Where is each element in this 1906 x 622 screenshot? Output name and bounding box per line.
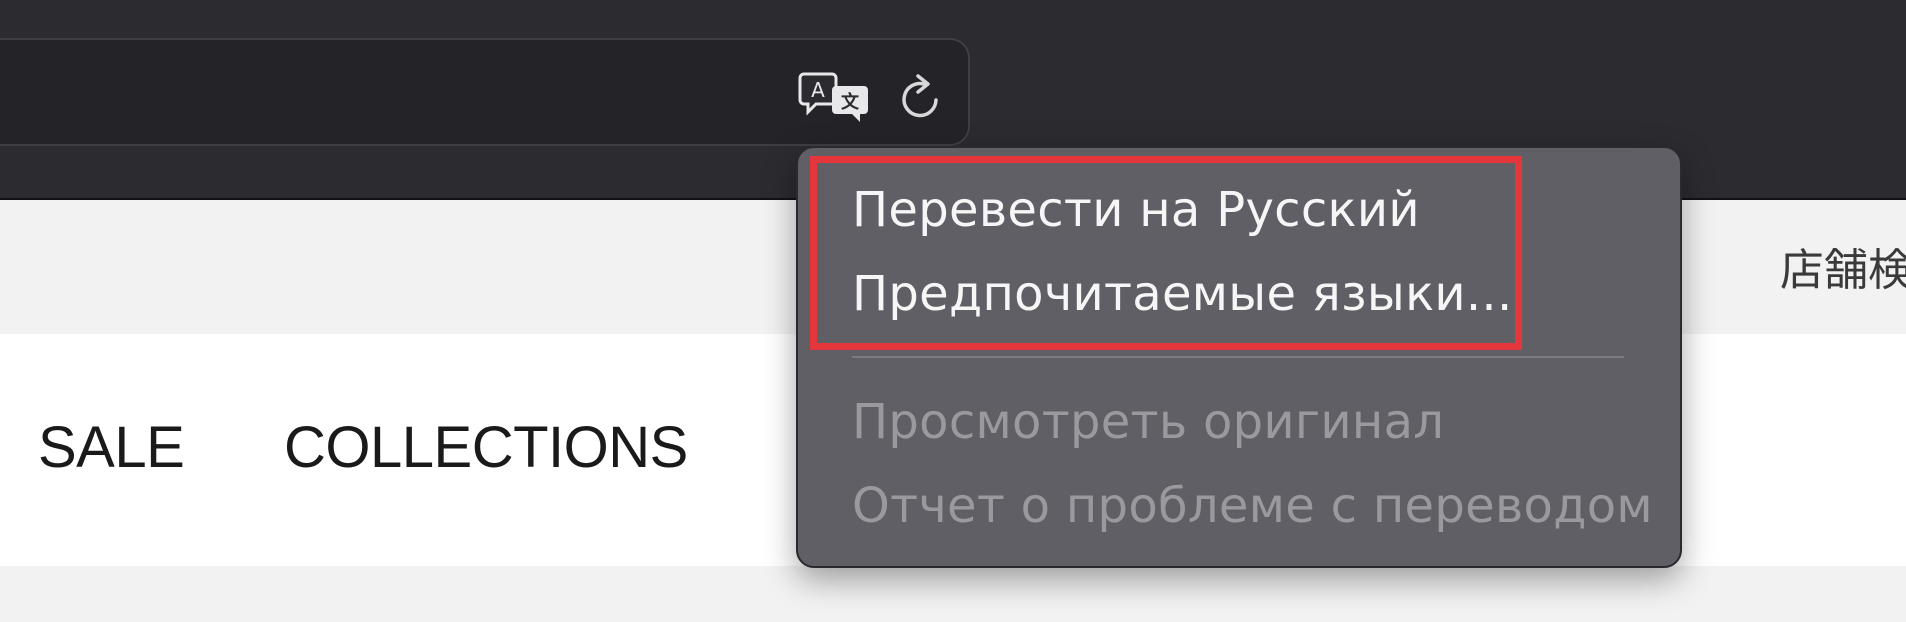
nav-item-sale[interactable]: SALE xyxy=(38,414,185,481)
translate-icon[interactable]: A 文 xyxy=(798,70,876,124)
store-search-link[interactable]: 店舗検 xyxy=(1780,234,1906,298)
menu-item-view-original: Просмотреть оригинал xyxy=(852,394,1445,450)
menu-item-report-translation-issue: Отчет о проблеме с переводом xyxy=(852,478,1653,534)
highlight-annotation-box xyxy=(810,156,1522,350)
reload-icon[interactable] xyxy=(896,70,946,122)
svg-text:文: 文 xyxy=(841,91,860,113)
page-background xyxy=(0,566,1906,622)
svg-text:A: A xyxy=(811,78,825,102)
menu-separator xyxy=(852,356,1624,358)
nav-item-collections[interactable]: COLLECTIONS xyxy=(284,414,688,481)
